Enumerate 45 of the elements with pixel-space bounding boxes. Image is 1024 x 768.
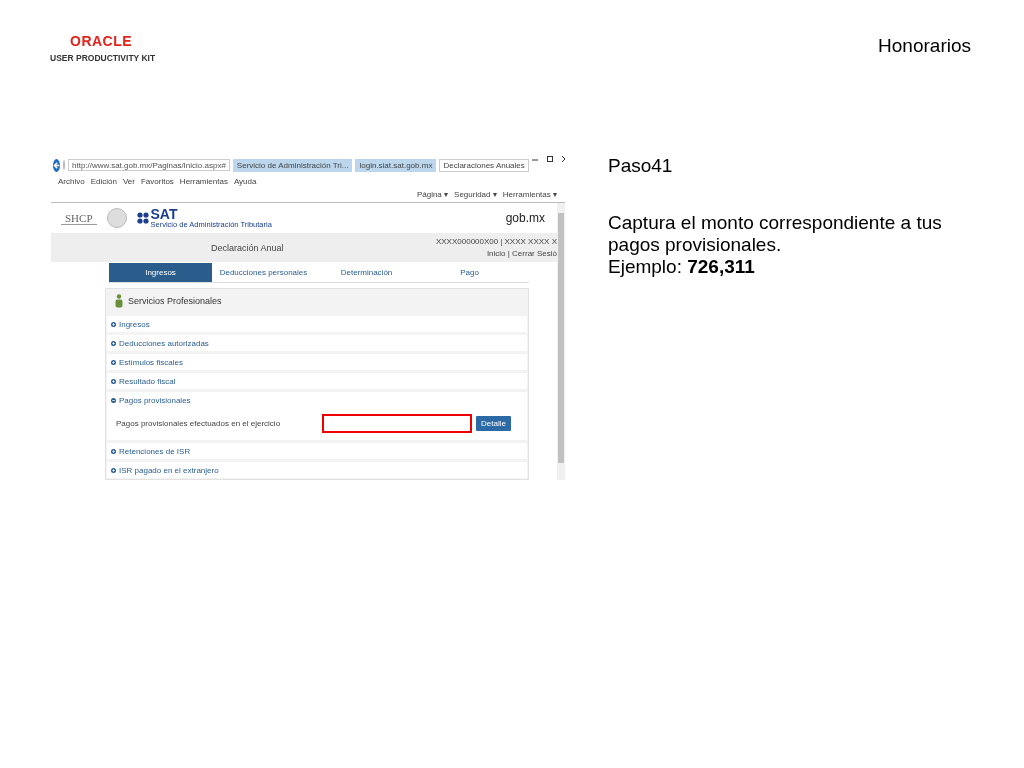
menu-item[interactable]: Ayuda [233, 176, 257, 186]
command-menu[interactable]: Seguridad ▾ [454, 190, 497, 199]
browser-tab[interactable]: login.siat.sat.gob.mx [355, 158, 437, 172]
accordion-item[interactable]: Pagos provisionales [107, 392, 527, 408]
user-id: XXXX000000X00 [435, 237, 499, 246]
accordion-item[interactable]: Resultado fiscal [107, 373, 527, 389]
sat-logo: SAT [150, 207, 179, 220]
shcp-logo: SHCP [61, 211, 97, 225]
browser-tab[interactable]: Declaraciones Anuales [439, 158, 529, 172]
back-button[interactable] [53, 158, 60, 172]
declaration-title: Declaración Anual [211, 242, 284, 253]
accordion-item[interactable]: Deducciones autorizadas [107, 335, 527, 351]
browser-tab[interactable]: Servicio de Administración Tri... [232, 158, 353, 172]
minimize-icon[interactable] [531, 156, 538, 162]
menu-item[interactable]: Edición [90, 176, 117, 186]
accordion-item[interactable]: ISR pagado en el extranjero [107, 462, 527, 478]
section-title: Servicios Profesionales [128, 296, 222, 306]
menu-item[interactable]: Herramientas [179, 176, 228, 186]
step-number: Paso41 [608, 155, 674, 177]
menu-item[interactable]: Ver [122, 176, 135, 186]
detail-button[interactable]: Detalle [476, 415, 511, 431]
field-label: Pagos provisionales efectuados en el ejercicio [116, 418, 282, 428]
person-icon [114, 294, 124, 308]
menu-item[interactable]: Archivo [58, 176, 85, 186]
sat-dots-icon [136, 212, 149, 224]
accordion-item[interactable]: Estímulos fiscales [107, 354, 527, 370]
logo-text: ORACLE [70, 34, 133, 48]
scrollbar[interactable] [557, 203, 565, 480]
instruction-text: Captura el monto correspondiente a tus pagos provisionales. [608, 212, 943, 256]
instruction-text: Ejemplo: 726,311 [608, 256, 756, 278]
gov-logo: gob.mx [505, 211, 545, 225]
command-menu[interactable]: Página ▾ [416, 190, 449, 199]
session-links[interactable]: Inicio | Cerrar Sesió [486, 249, 557, 258]
user-name: | XXXX XXXX X [500, 237, 557, 246]
command-menu[interactable]: Herramientas ▾ [502, 190, 557, 199]
accordion-item[interactable]: Ingresos [107, 316, 527, 332]
amount-field[interactable] [322, 413, 472, 433]
page-title: Honorarios [878, 35, 971, 58]
restore-icon[interactable] [546, 156, 553, 162]
logo-subtitle: USER PRODUCTIVITY KIT [50, 53, 156, 63]
step-tab[interactable]: Ingresos [109, 263, 212, 282]
seal-icon [106, 208, 127, 228]
accordion-item[interactable]: Retenciones de ISR [107, 443, 527, 459]
address-field[interactable]: http://www.sat.gob.mx/Paginas/Inicio.aspx# [68, 159, 230, 171]
menu-item[interactable]: Favoritos [140, 176, 174, 186]
